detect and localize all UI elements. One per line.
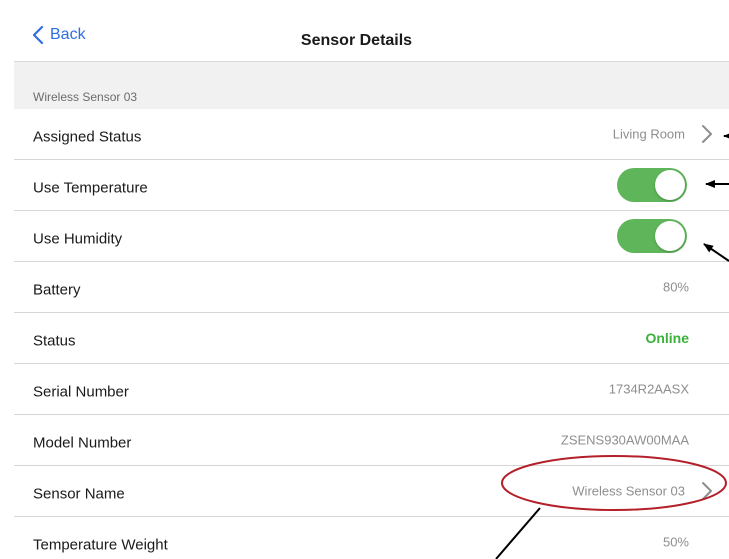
toggle-knob <box>655 170 685 200</box>
row-temperature-weight: Temperature Weight 50% <box>14 517 729 559</box>
row-sensor-name[interactable]: Sensor Name Wireless Sensor 03 <box>14 466 729 517</box>
navigation-bar: Back Sensor Details <box>14 9 729 62</box>
row-label: Sensor Name <box>33 485 125 503</box>
row-label: Assigned Status <box>33 128 142 146</box>
section-header: Wireless Sensor 03 <box>14 62 729 109</box>
settings-list: Assigned Status Living Room Use Temperat… <box>14 109 729 559</box>
row-label: Use Temperature <box>33 179 148 197</box>
chevron-right-icon[interactable] <box>701 124 713 144</box>
section-header-label: Wireless Sensor 03 <box>33 90 138 104</box>
page-title: Sensor Details <box>300 32 413 49</box>
row-assigned-status[interactable]: Assigned Status Living Room <box>14 109 729 160</box>
sensor-name-value: Wireless Sensor 03 <box>572 483 685 499</box>
row-status: Status Online <box>14 313 729 364</box>
row-use-humidity: Use Humidity <box>14 211 729 262</box>
temperature-weight-value: 50% <box>662 534 689 550</box>
row-label: Use Humidity <box>33 230 123 248</box>
row-battery: Battery 80% <box>14 262 729 313</box>
battery-value: 80% <box>662 279 689 295</box>
row-label: Model Number <box>33 434 132 452</box>
assigned-status-value: Living Room <box>612 126 685 142</box>
row-serial-number: Serial Number 1734R2AASX <box>14 364 729 415</box>
row-label: Temperature Weight <box>33 536 168 554</box>
row-label: Status <box>33 332 76 350</box>
row-label: Serial Number <box>33 383 129 401</box>
serial-number-value: 1734R2AASX <box>608 381 689 397</box>
model-number-value: ZSENS930AW00MAA <box>560 432 689 448</box>
use-temperature-toggle[interactable] <box>617 168 687 202</box>
chevron-right-icon[interactable] <box>701 481 713 501</box>
row-use-temperature: Use Temperature <box>14 160 729 211</box>
sensor-details-screen: Back Sensor Details Wireless Sensor 03 A… <box>14 0 729 559</box>
status-badge: Online <box>645 330 689 346</box>
use-humidity-toggle[interactable] <box>617 219 687 253</box>
toggle-knob <box>655 221 685 251</box>
row-label: Battery <box>33 281 81 299</box>
row-model-number: Model Number ZSENS930AW00MAA <box>14 415 729 466</box>
